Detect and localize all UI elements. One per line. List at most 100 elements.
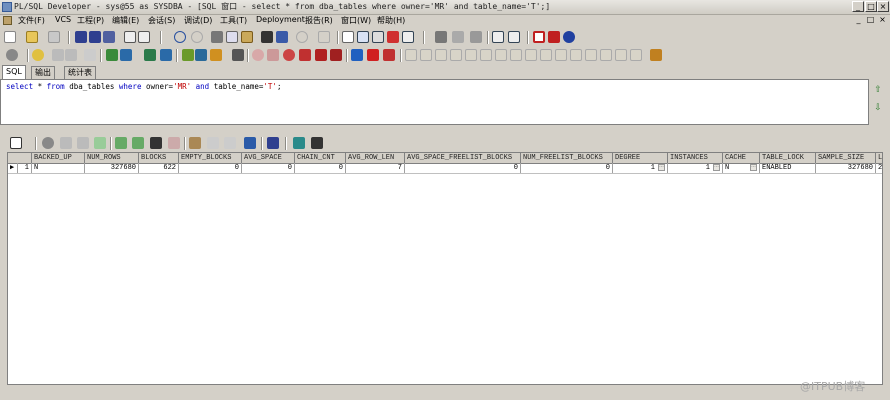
- table-cell[interactable]: 0: [242, 163, 295, 173]
- table-cell[interactable]: 7: [346, 163, 405, 173]
- mdi-minimize-button[interactable]: _: [853, 15, 864, 26]
- cell-edit-button[interactable]: ···: [750, 164, 757, 171]
- arrow-red-icon[interactable]: [367, 49, 379, 61]
- step-icon-8[interactable]: [510, 49, 522, 61]
- record-icon[interactable]: [533, 31, 545, 43]
- table-cell[interactable]: ENABLED: [760, 163, 816, 173]
- lock-icon[interactable]: [650, 49, 662, 61]
- print-icon[interactable]: [124, 31, 136, 43]
- object-browser-icon[interactable]: [342, 31, 354, 43]
- search-icon[interactable]: [6, 49, 18, 61]
- report-icon[interactable]: [402, 31, 414, 43]
- menu-vcs[interactable]: VCS: [55, 15, 71, 24]
- column-header-avg-space-freelist-blocks[interactable]: AVG_SPACE_FREELIST_BLOCKS: [405, 153, 521, 163]
- results-grid[interactable]: BACKED_UP NUM_ROWS BLOCKS EMPTY_BLOCKS AVG_S…: [7, 152, 883, 385]
- run-icon[interactable]: [65, 49, 77, 61]
- mdi-close-button[interactable]: ×: [877, 15, 888, 26]
- menu-help[interactable]: 帮助(H): [377, 15, 405, 26]
- step-icon-10[interactable]: [540, 49, 552, 61]
- fetch-next-icon[interactable]: [115, 137, 127, 149]
- menu-deployment[interactable]: Deployment: [256, 15, 305, 24]
- step-icon-13[interactable]: [585, 49, 597, 61]
- chart-dropdown-icon[interactable]: [326, 140, 332, 145]
- column-header-avg-row-len[interactable]: AVG_ROW_LEN: [346, 153, 405, 163]
- step-into-icon[interactable]: [405, 49, 417, 61]
- sql-text[interactable]: select * from dba_tables where owner='MR…: [6, 82, 281, 91]
- step-icon-6[interactable]: [480, 49, 492, 61]
- menu-debug[interactable]: 调试(D): [184, 15, 212, 26]
- db-icon[interactable]: [120, 49, 132, 61]
- cascade-icon[interactable]: [492, 31, 504, 43]
- menu-edit[interactable]: 编辑(E): [112, 15, 139, 26]
- column-header-backed-up[interactable]: BACKED_UP: [32, 153, 85, 163]
- open-icon[interactable]: [26, 31, 38, 43]
- replace-icon[interactable]: [276, 31, 288, 43]
- reopen-icon[interactable]: [48, 31, 60, 43]
- table-cell[interactable]: 622: [139, 163, 179, 173]
- column-header-blocks[interactable]: BLOCKS: [139, 153, 179, 163]
- plugin-icon[interactable]: [182, 49, 194, 61]
- save-icon[interactable]: [75, 31, 87, 43]
- post-icon[interactable]: [94, 137, 106, 149]
- filter-icon[interactable]: [224, 137, 236, 149]
- debug-step-icon[interactable]: [452, 31, 464, 43]
- info-icon[interactable]: [563, 31, 575, 43]
- pdf-icon[interactable]: [548, 31, 560, 43]
- menu-tools[interactable]: 工具(T): [220, 15, 247, 26]
- chevron-down-icon[interactable]: [25, 140, 31, 145]
- cut-icon[interactable]: [211, 31, 223, 43]
- sql-window-icon[interactable]: [3, 16, 12, 25]
- history-up-icon[interactable]: ⇧: [873, 85, 883, 95]
- arrow-right-icon[interactable]: [351, 49, 363, 61]
- step-icon-15[interactable]: [615, 49, 627, 61]
- explain-icon[interactable]: [372, 31, 384, 43]
- table-cell[interactable]: 0: [405, 163, 521, 173]
- step-icon-9[interactable]: [525, 49, 537, 61]
- menu-session[interactable]: 会话(S): [148, 15, 175, 26]
- wrench-icon[interactable]: [232, 49, 244, 61]
- debug-icon[interactable]: [84, 49, 96, 61]
- breakpoint3-icon[interactable]: [315, 49, 327, 61]
- menu-project[interactable]: 工程(P): [77, 15, 104, 26]
- mdi-restore-button[interactable]: □: [865, 15, 876, 26]
- column-header-sample-size[interactable]: SAMPLE_SIZE: [816, 153, 876, 163]
- run-to-icon[interactable]: [450, 49, 462, 61]
- step-over-icon[interactable]: [420, 49, 432, 61]
- tab-output[interactable]: 输出: [31, 66, 55, 79]
- save-all-icon[interactable]: [89, 31, 101, 43]
- back-icon[interactable]: [296, 31, 308, 43]
- menu-window[interactable]: 窗口(W): [341, 15, 371, 26]
- column-header-last[interactable]: LAST: [876, 153, 882, 163]
- lock-grid-icon[interactable]: [42, 137, 54, 149]
- column-header-instances[interactable]: INSTANCES: [668, 153, 723, 163]
- grid-save-icon[interactable]: [267, 137, 279, 149]
- clear-icon[interactable]: [168, 137, 180, 149]
- export-icon[interactable]: [244, 137, 256, 149]
- debug-start-icon[interactable]: [435, 31, 447, 43]
- table-cell[interactable]: 327680: [85, 163, 139, 173]
- execute-icon[interactable]: [357, 31, 369, 43]
- undo-icon[interactable]: [174, 31, 186, 43]
- table-cell[interactable]: 2019: [876, 163, 882, 173]
- copy-icon[interactable]: [226, 31, 238, 43]
- paste-icon[interactable]: [241, 31, 253, 43]
- menu-reports[interactable]: 报告(R): [305, 15, 333, 26]
- tab-statistics[interactable]: 统计表: [64, 66, 96, 79]
- table-cell[interactable]: 0: [521, 163, 613, 173]
- breakpoint4-icon[interactable]: [330, 49, 342, 61]
- table-cell[interactable]: 327680: [816, 163, 876, 173]
- menu-file[interactable]: 文件(F): [18, 15, 45, 26]
- column-header-chain-cnt[interactable]: CHAIN_CNT: [295, 153, 346, 163]
- column-header-empty-blocks[interactable]: EMPTY_BLOCKS: [179, 153, 242, 163]
- column-header-degree[interactable]: DEGREE: [613, 153, 668, 163]
- arrow-red2-icon[interactable]: [383, 49, 395, 61]
- step-out-icon[interactable]: [435, 49, 447, 61]
- query-by-example-icon[interactable]: [189, 137, 201, 149]
- maximize-button[interactable]: □: [865, 1, 877, 12]
- step-icon-16[interactable]: [630, 49, 642, 61]
- column-header-num-freelist-blocks[interactable]: NUM_FREELIST_BLOCKS: [521, 153, 613, 163]
- new-icon[interactable]: [4, 31, 16, 43]
- plugin3-icon[interactable]: [210, 49, 222, 61]
- table-cell[interactable]: N: [32, 163, 85, 173]
- cell-edit-button[interactable]: ···: [713, 164, 720, 171]
